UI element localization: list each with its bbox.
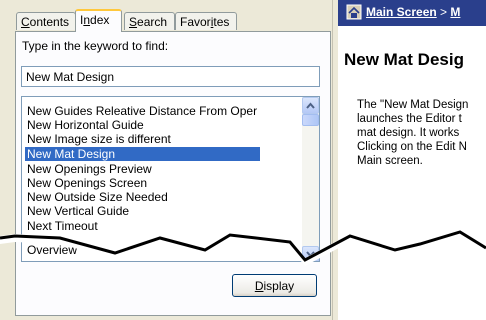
tab-index[interactable]: Index <box>75 9 122 32</box>
torn-edge-overlay <box>0 230 486 266</box>
tab-index-rest: dex <box>90 13 110 27</box>
